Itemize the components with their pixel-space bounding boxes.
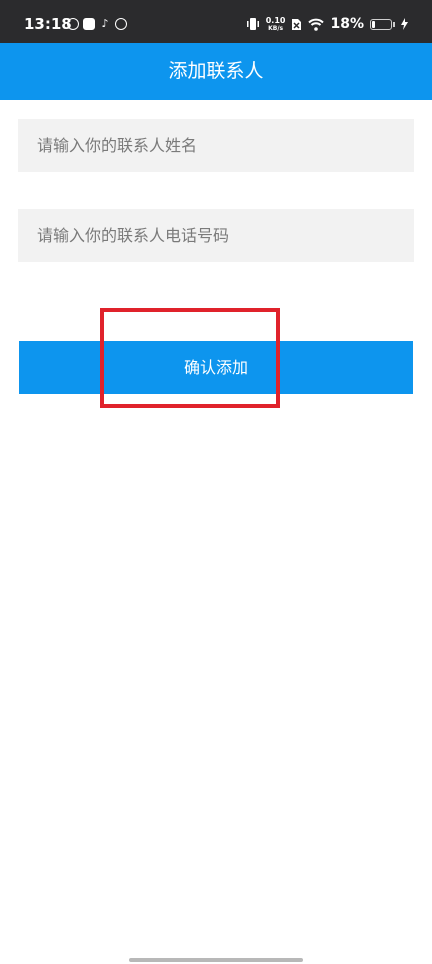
wifi-icon	[308, 18, 325, 31]
net-speed: 0.10 KB/s	[265, 15, 286, 32]
status-right: 0.10 KB/s 18%	[246, 14, 408, 34]
tiktok-icon: ♪	[101, 17, 109, 30]
battery-percent: 18%	[330, 16, 364, 32]
app-icon	[83, 18, 95, 30]
contact-name-input[interactable]	[18, 119, 414, 172]
battery-cap	[393, 21, 395, 27]
net-speed-value: 0.10	[265, 15, 286, 25]
confirm-add-button[interactable]: 确认添加	[19, 341, 413, 394]
contact-phone-input[interactable]	[18, 209, 414, 262]
battery-icon	[370, 18, 392, 30]
net-speed-unit: KB/s	[268, 24, 284, 32]
sim-off-icon	[292, 18, 302, 30]
status-app-icons: ♪	[67, 18, 127, 30]
notification-icon	[67, 18, 79, 30]
home-indicator[interactable]	[129, 958, 303, 962]
app-bar: 添加联系人	[0, 43, 432, 100]
battery-fill	[372, 20, 375, 28]
sync-icon	[115, 18, 127, 30]
vibrate-icon	[246, 18, 259, 30]
charging-icon	[401, 18, 408, 30]
page-title: 添加联系人	[168, 60, 264, 82]
status-bar: 13:18 ♪ 0.10 KB/s 18%	[0, 0, 432, 43]
status-time: 13:18	[24, 15, 72, 33]
